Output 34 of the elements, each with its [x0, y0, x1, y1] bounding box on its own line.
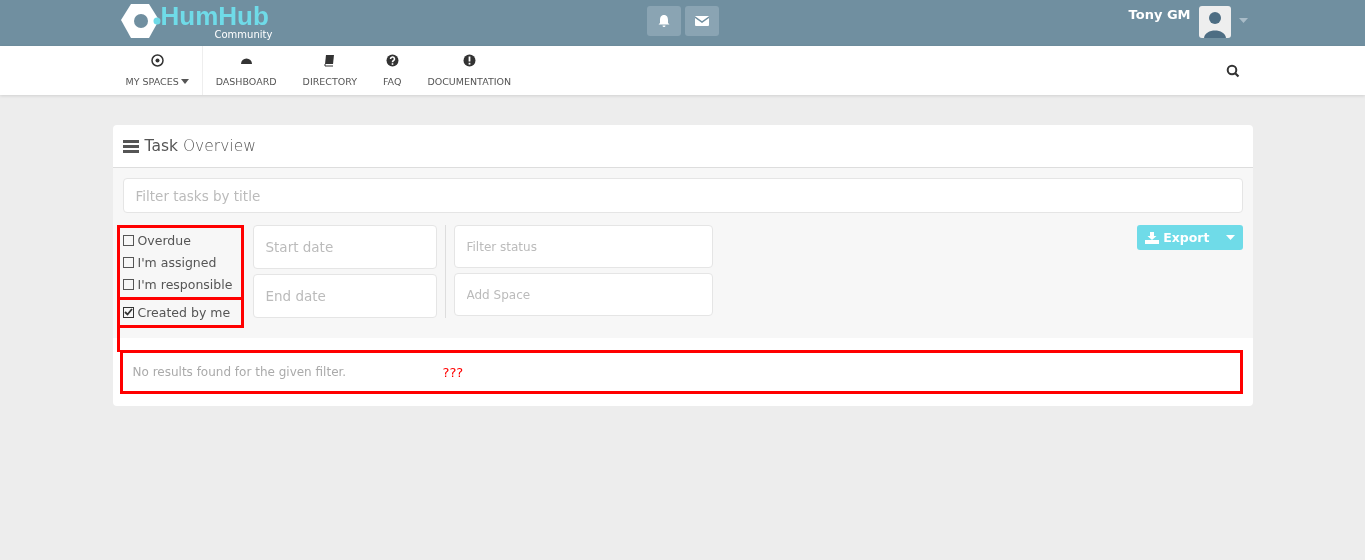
check-icon	[123, 308, 133, 316]
checkbox[interactable]: Created by me	[122, 301, 238, 323]
empty-message: No results found for the given filter.	[132, 365, 348, 379]
caret-icon	[180, 79, 189, 84]
download-icon	[1145, 231, 1160, 244]
date-field[interactable]: Start date	[252, 225, 437, 269]
checkbox[interactable]: I'm assigned	[122, 251, 238, 273]
select-field[interactable]: Add Space	[453, 273, 713, 316]
envelope-icon	[694, 15, 709, 27]
bell-icon	[656, 14, 671, 28]
panel-title: Task Overview	[144, 137, 256, 155]
list-icon	[122, 139, 139, 153]
target-icon	[150, 54, 164, 67]
search-field[interactable]: Filter tasks by title	[122, 178, 1243, 213]
search-icon[interactable]	[1225, 63, 1240, 78]
caret-icon	[1225, 235, 1235, 240]
nav-item[interactable]: DOCUMENTATION	[414, 46, 525, 95]
help-icon	[385, 54, 399, 67]
checkbox[interactable]: I'm responsible	[122, 273, 238, 295]
logo-subtitle: Community	[214, 30, 273, 40]
nav-item[interactable]: DIRECTORY	[289, 46, 370, 95]
nav-item[interactable]: FAQ	[370, 46, 415, 95]
logo-text: HumHub	[160, 2, 269, 30]
notifications-button[interactable]	[646, 6, 681, 36]
caret-icon[interactable]	[1238, 18, 1248, 23]
annotation-note: ???	[442, 364, 464, 380]
nav-item[interactable]: DASHBOARD	[202, 46, 290, 95]
select-field[interactable]: Filter status	[453, 225, 713, 268]
messages-button[interactable]	[684, 6, 719, 36]
date-field[interactable]: End date	[252, 274, 437, 318]
exclamation-icon	[462, 54, 476, 67]
checkbox[interactable]: Overdue	[122, 229, 238, 251]
avatar-silhouette[interactable]	[1198, 6, 1231, 38]
book-icon	[323, 54, 337, 67]
